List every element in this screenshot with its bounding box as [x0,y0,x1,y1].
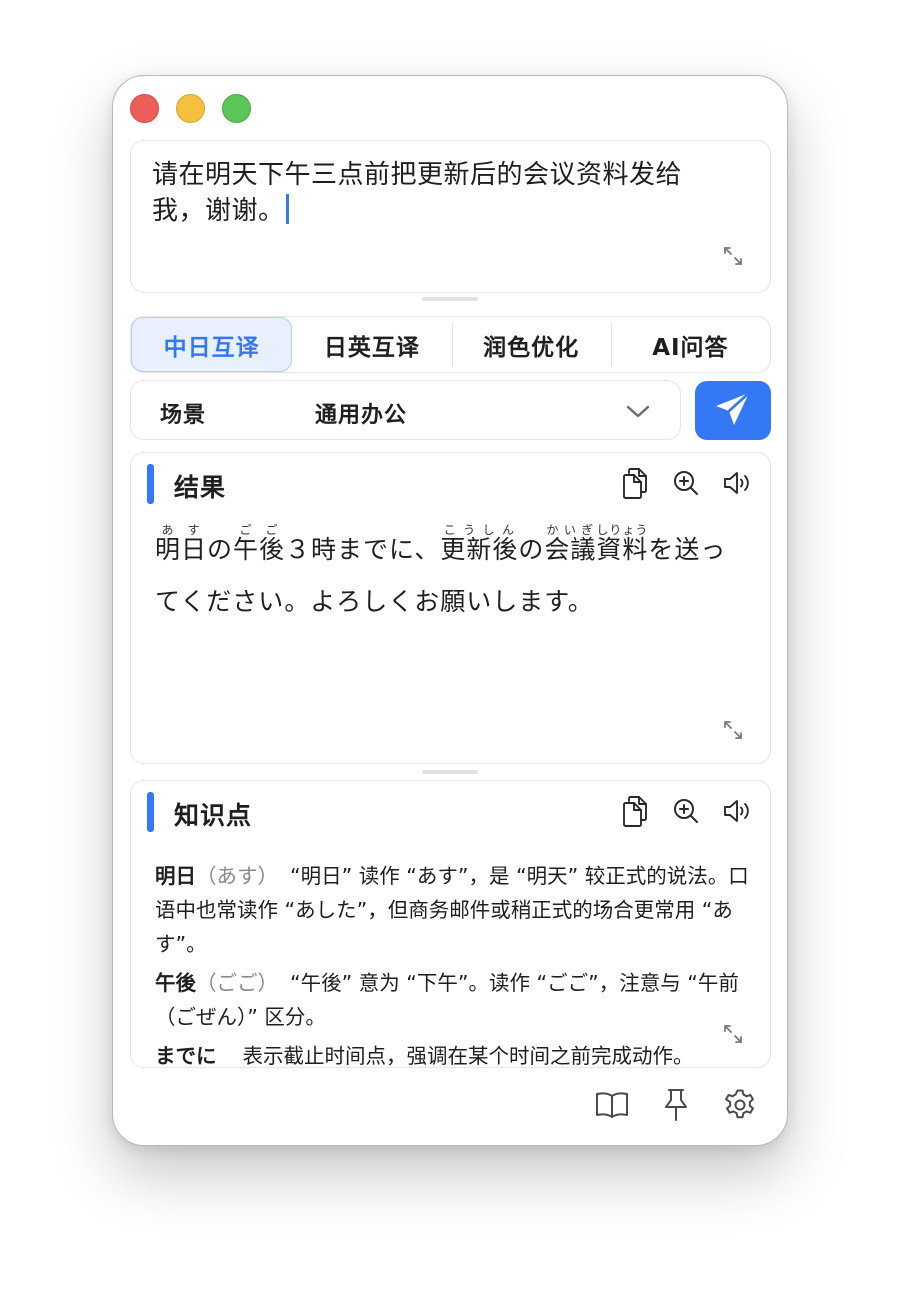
list-item: 午後（ごご） “午後” 意为 “下午”。读作 “ごご”，注意与 “午前（ごぜん）”… [155,966,750,1034]
source-text[interactable]: 请在明天下午三点前把更新后的会议资料发给我，谢谢。 [152,157,722,229]
knowledge-toolbar [620,795,752,827]
mode-tabs: 中日互译 日英互译 润色优化 AI问答 [130,316,771,373]
kp-reading: （ごご） [196,971,278,995]
result-panel: 结果 明日あすの午後ごご３時までに、更新後こうしんの会議かいぎ資料しりょうを送っ… [130,452,771,764]
bottom-toolbar [595,1088,757,1122]
minimize-window-button[interactable] [176,94,205,123]
result-toolbar [620,467,752,499]
kp-term: までに [155,1044,217,1068]
scene-select[interactable]: 场景 通用办公 [130,380,681,440]
speaker-icon[interactable] [722,467,752,499]
text-caret [285,194,289,224]
resize-grip[interactable] [422,770,478,774]
copy-icon[interactable] [620,467,650,499]
panel-accent-bar [147,464,154,504]
expand-icon[interactable] [721,244,745,268]
pin-icon[interactable] [659,1088,693,1122]
scene-label: 场景 [160,403,207,428]
copy-icon[interactable] [620,795,650,827]
knowledge-list: 明日（あす） “明日” 读作 “あす”，是 “明天” 较正式的说法。口语中也常读作… [155,859,750,1068]
tab-ai-qa[interactable]: AI问答 [610,317,770,372]
tab-ja-en[interactable]: 日英互译 [292,317,451,372]
expand-icon[interactable] [721,1022,745,1046]
zoom-window-button[interactable] [222,94,251,123]
paper-plane-icon [713,389,753,433]
close-window-button[interactable] [130,94,159,123]
gear-icon[interactable] [723,1088,757,1122]
expand-icon[interactable] [721,718,745,742]
resize-grip[interactable] [422,297,478,301]
tab-polish[interactable]: 润色优化 [451,317,611,372]
kp-desc: 表示截止时间点，强调在某个时间之前完成动作。 [242,1044,694,1068]
translation-text: 明日あすの午後ごご３時までに、更新後こうしんの会議かいぎ資料しりょうを送ってくだ… [155,523,727,616]
send-button[interactable] [695,381,771,440]
list-item: 明日（あす） “明日” 读作 “あす”，是 “明天” 较正式的说法。口语中也常读作… [155,859,750,961]
scene-value: 通用办公 [315,403,408,428]
zoom-in-icon[interactable] [671,467,701,499]
speaker-icon[interactable] [722,795,752,827]
panel-accent-bar [147,792,154,832]
knowledge-panel: 知识点 明日（あす） “明日” 读作 “あす”，是 “明天” 较正式的说法。口语… [130,780,771,1068]
chevron-down-icon [624,399,652,423]
kp-term: 午後 [155,971,196,995]
zoom-in-icon[interactable] [671,795,701,827]
knowledge-title: 知识点 [174,801,253,830]
source-text-input[interactable]: 请在明天下午三点前把更新后的会议资料发给我，谢谢。 [130,140,771,293]
list-item: までに 表示截止时间点，强调在某个时间之前完成动作。 [155,1039,750,1068]
kp-term: 明日 [155,864,196,888]
kp-reading: （あす） [196,864,278,888]
app-window: 请在明天下午三点前把更新后的会议资料发给我，谢谢。 中日互译 日英互译 润色优化… [112,75,788,1146]
book-icon[interactable] [595,1088,629,1122]
result-title: 结果 [174,473,227,502]
tab-zh-ja[interactable]: 中日互译 [131,317,293,372]
